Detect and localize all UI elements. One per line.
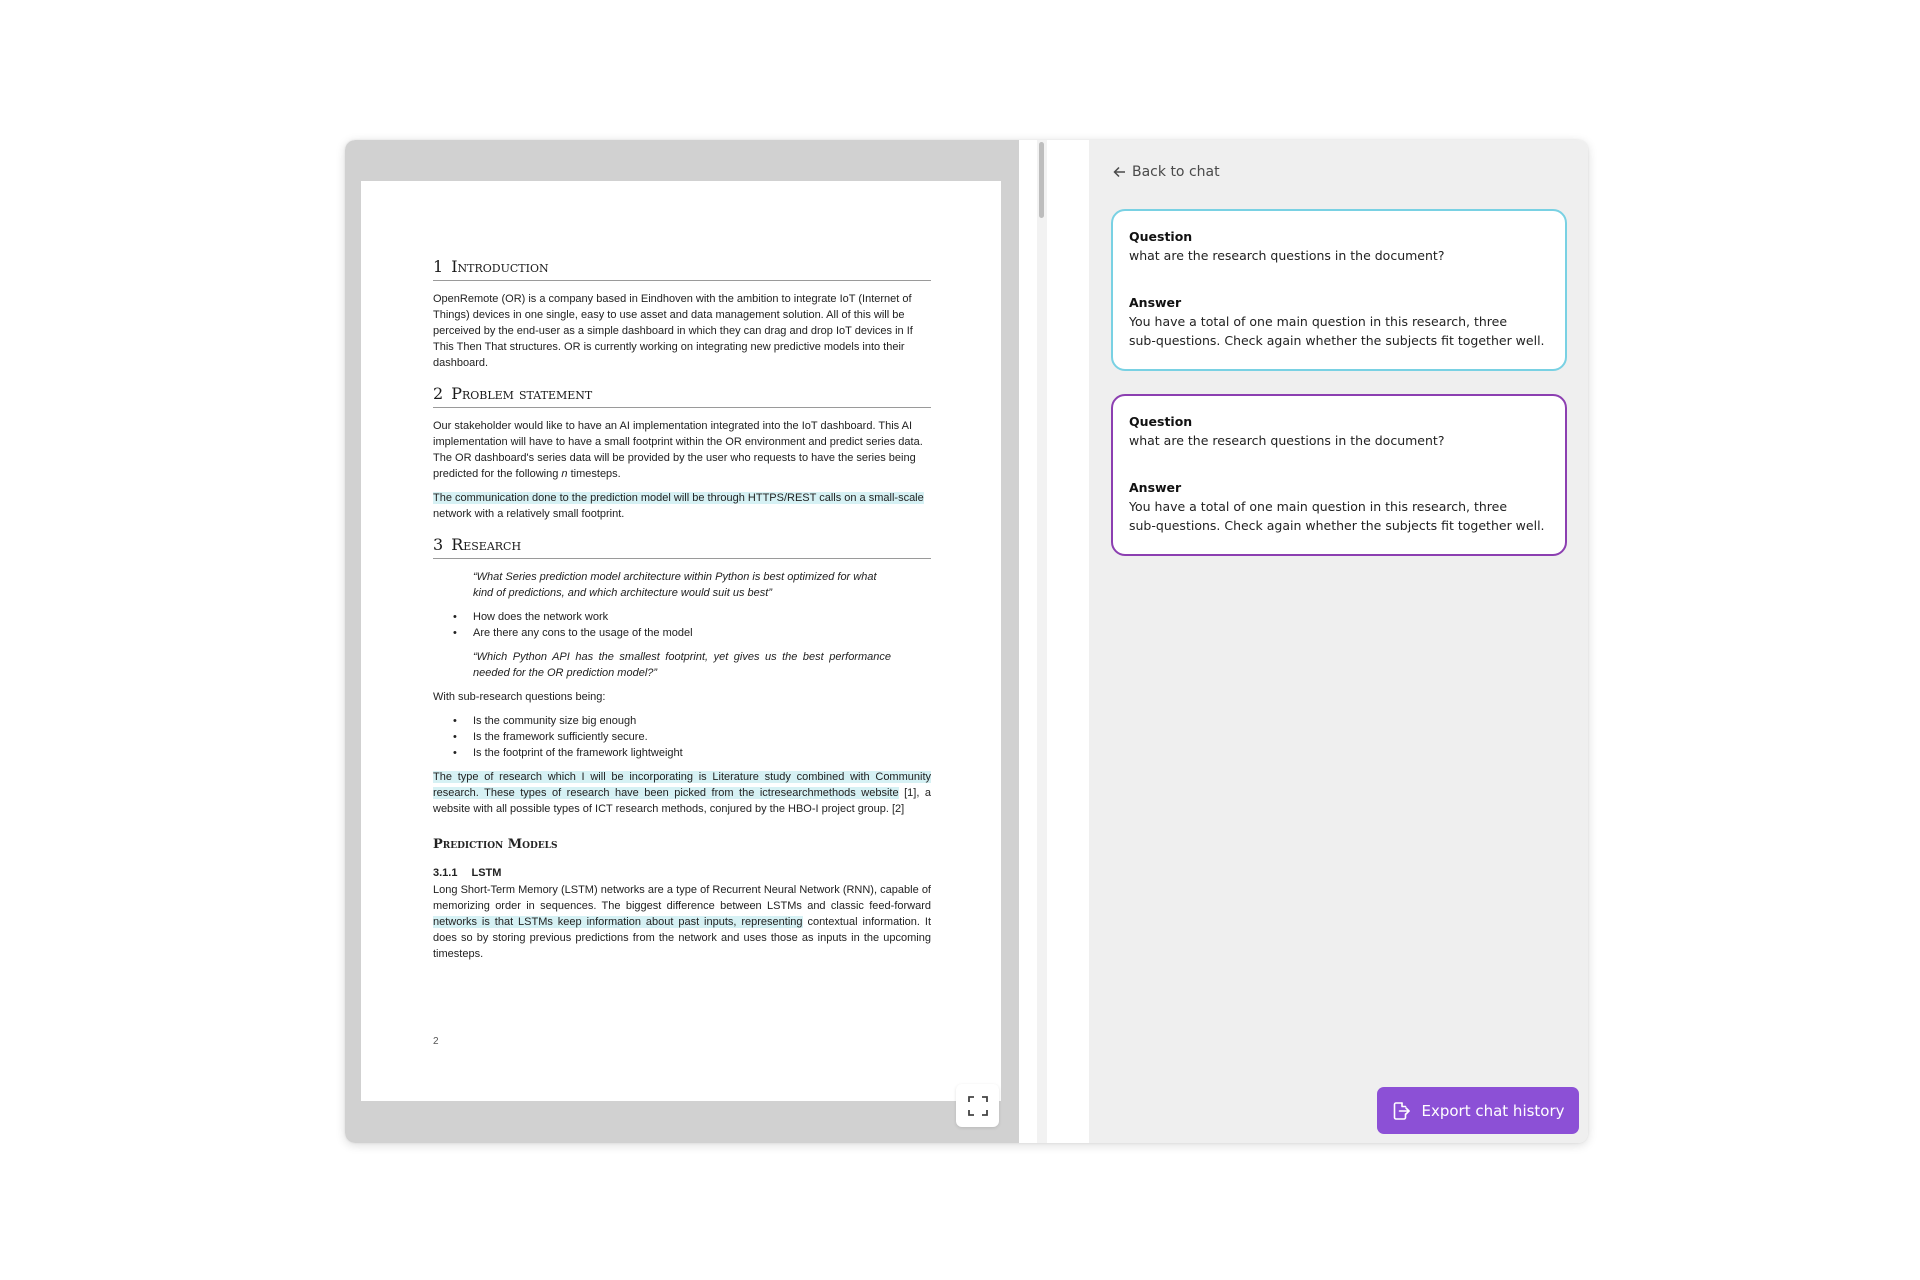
answer-text-line: You have a total of one main question in… [1129, 499, 1508, 514]
document-page: 1 Introduction OpenRemote (OR) is a compa… [361, 181, 1001, 1101]
lstm-paragraph: Long Short-Term Memory (LSTM) networks a… [433, 884, 932, 960]
answer-label: Answer [1129, 295, 1182, 310]
export-chat-history-button[interactable]: Export chat history [1377, 1087, 1579, 1134]
app-window: 1 Introduction OpenRemote (OR) is a compa… [345, 140, 1588, 1143]
chat-history-panel: Back to chat Question what are the resea… [1089, 140, 1588, 1143]
intro-paragraph: OpenRemote (OR) is a company based in Ei… [433, 293, 913, 369]
page-content: 1 Introduction OpenRemote (OR) is a compa… [433, 257, 931, 975]
answer-text-line: sub-questions. Check again whether the s… [1129, 518, 1545, 533]
bullet-list-2: Is the community size big enough Is the … [433, 713, 931, 761]
document-viewer: 1 Introduction OpenRemote (OR) is a compa… [345, 140, 1019, 1143]
export-button-label: Export chat history [1421, 1101, 1565, 1120]
section-heading-research: 3 Research [433, 535, 931, 559]
chat-history-card[interactable]: Question what are the research questions… [1111, 209, 1567, 371]
scrollbar-thumb[interactable] [1039, 142, 1044, 218]
question-label: Question [1129, 414, 1193, 429]
list-item: Is the framework sufficiently secure. [433, 729, 931, 745]
section-heading-introduction: 1 Introduction [433, 257, 931, 281]
research-second-question: “Which Python API has the smallest footp… [473, 651, 891, 679]
answer-label: Answer [1129, 480, 1182, 495]
chat-history-card[interactable]: Question what are the research questions… [1111, 394, 1567, 556]
list-item: Are there any cons to the usage of the m… [433, 625, 931, 641]
list-item: How does the network work [433, 609, 931, 625]
question-label: Question [1129, 229, 1193, 244]
list-item: Is the community size big enough [433, 713, 931, 729]
highlighted-text[interactable]: networks is that LSTMs keep information … [433, 916, 803, 928]
answer-text-line: sub-questions. Check again whether the s… [1129, 333, 1545, 348]
export-file-icon [1394, 1101, 1411, 1120]
highlighted-text[interactable]: The type of research which I will be inc… [433, 771, 931, 799]
back-to-chat-label: Back to chat [1132, 164, 1220, 180]
problem-paragraph: Our stakeholder would like to have an AI… [433, 420, 923, 480]
arrow-left-icon [1113, 166, 1125, 178]
research-method-paragraph: The type of research which I will be inc… [433, 771, 931, 815]
page-number: 2 [433, 1036, 439, 1047]
scrollbar-track[interactable] [1037, 140, 1047, 1143]
answer-text-line: You have a total of one main question in… [1129, 314, 1508, 329]
problem-highlight-paragraph: The communication done to the prediction… [433, 492, 924, 520]
section-heading-problem-statement: 2 Problem statement [433, 384, 931, 408]
question-text: what are the research questions in the d… [1129, 248, 1445, 263]
heading-lstm: 3.1.1 LSTM [433, 867, 502, 879]
expand-icon [967, 1095, 988, 1116]
back-to-chat-link[interactable]: Back to chat [1113, 162, 1220, 182]
expand-button[interactable] [956, 1084, 999, 1127]
question-text: what are the research questions in the d… [1129, 433, 1445, 448]
heading-prediction-models: Prediction Models [433, 837, 558, 852]
list-item: Is the footprint of the framework lightw… [433, 745, 931, 761]
panel-divider [1047, 140, 1089, 1143]
sub-questions-intro: With sub-research questions being: [433, 691, 606, 703]
highlighted-text[interactable]: The communication done to the prediction… [433, 492, 924, 504]
research-main-question: “What Series prediction model architectu… [473, 571, 877, 599]
bullet-list-1: How does the network work Are there any … [433, 609, 931, 641]
